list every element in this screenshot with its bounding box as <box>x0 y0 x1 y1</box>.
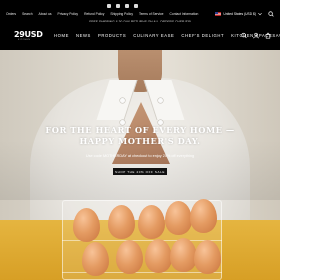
egg <box>165 201 192 235</box>
search-icon[interactable] <box>268 11 274 17</box>
logo[interactable]: 29USD <box>14 30 43 39</box>
nav-news[interactable]: NEWS <box>76 33 91 38</box>
hero-title-line1: FOR THE HEART OF EVERY HOME — <box>45 125 235 135</box>
hero-subtitle: Use code MOTHERDAY at checkout to enjoy … <box>85 154 195 158</box>
util-link-terms[interactable]: Terms of Service <box>139 12 164 16</box>
account-icon[interactable] <box>253 32 259 39</box>
facebook-icon[interactable] <box>107 4 111 8</box>
shop-sale-button[interactable]: SHOP THE 20% OFF SALE <box>113 168 167 175</box>
locale-selector[interactable]: United States (USD $) <box>215 12 262 16</box>
util-link-contact[interactable]: Contact Information <box>170 12 199 16</box>
logo-subtitle: KITCHEN <box>18 39 31 41</box>
egg <box>138 205 165 239</box>
egg <box>145 239 172 273</box>
search-icon[interactable] <box>241 32 247 39</box>
instagram-icon[interactable] <box>125 4 129 8</box>
nav-products[interactable]: PRODUCTS <box>98 33 126 38</box>
nav-culinary-ease[interactable]: CULINARY EASE <box>133 33 174 38</box>
egg <box>108 205 135 239</box>
egg <box>82 242 109 276</box>
cart-icon[interactable] <box>265 32 271 39</box>
site-header: 29USD KITCHEN HOME NEWS PRODUCTS CULINAR… <box>0 22 289 50</box>
util-link-privacy[interactable]: Privacy Policy <box>58 12 79 16</box>
nav-home[interactable]: HOME <box>54 33 69 38</box>
x-icon[interactable] <box>116 4 120 8</box>
utility-bar: FREE SHIPPING & 30-DAY RETURNS ON ALL OR… <box>0 0 280 24</box>
egg <box>190 199 217 233</box>
egg <box>116 240 143 274</box>
util-link-search[interactable]: Search <box>22 12 32 16</box>
chevron-down-icon <box>258 12 262 16</box>
us-flag-icon <box>215 12 222 16</box>
social-links <box>107 4 138 8</box>
util-link-about[interactable]: About us <box>39 12 52 16</box>
egg <box>194 240 221 274</box>
header-icons <box>241 32 271 39</box>
nav-chefs-delight[interactable]: CHEF'S DELIGHT <box>181 33 224 38</box>
util-link-shipping[interactable]: Shipping Policy <box>110 12 133 16</box>
egg <box>170 238 197 272</box>
util-link-refund[interactable]: Refund Policy <box>84 12 104 16</box>
hero-title-line2: HAPPY MOTHER'S DAY. <box>79 136 201 146</box>
hero-title: FOR THE HEART OF EVERY HOME — HAPPY MOTH… <box>0 125 280 147</box>
youtube-icon[interactable] <box>134 4 138 8</box>
utility-nav: Orders Search About us Privacy Policy Re… <box>6 12 198 16</box>
hero-banner: FOR THE HEART OF EVERY HOME — HAPPY MOTH… <box>0 50 280 280</box>
egg <box>73 208 100 242</box>
locale-label: United States (USD $) <box>223 12 256 16</box>
util-link-orders[interactable]: Orders <box>6 12 16 16</box>
